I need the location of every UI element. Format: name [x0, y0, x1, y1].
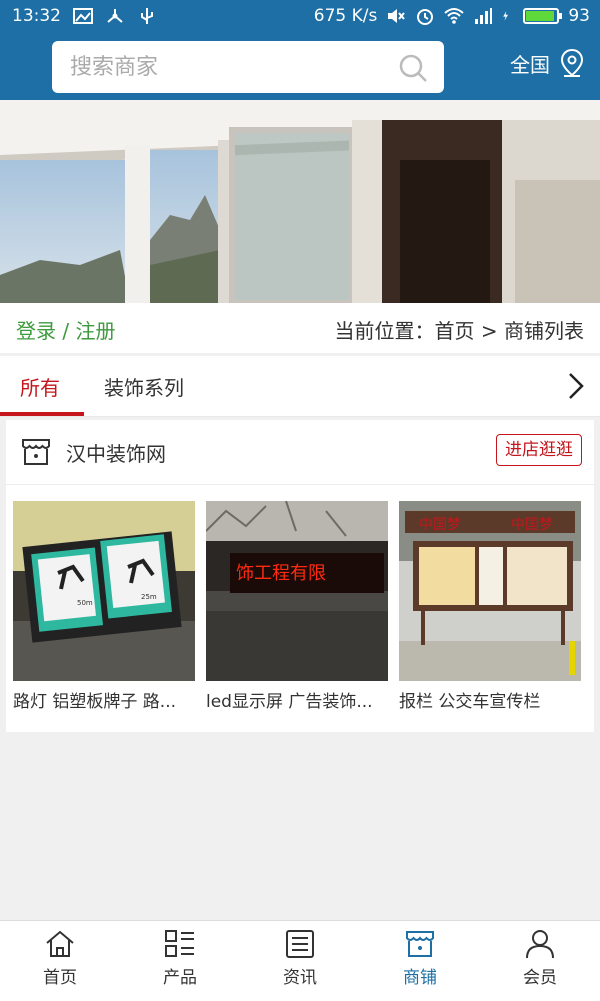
nav-label-home: 首页	[43, 968, 77, 988]
tab-all[interactable]: 所有	[20, 372, 60, 401]
nav-item-news[interactable]: 资讯	[240, 929, 360, 988]
shop-card: 汉中装饰网 进店逛逛 50m 25m 路灯 铝塑板牌子 路... 饰工程有限 l…	[6, 420, 594, 732]
nav-item-home[interactable]: 首页	[0, 929, 120, 988]
store-icon	[406, 931, 434, 957]
search-box[interactable]	[52, 41, 444, 93]
nav-label-news: 资讯	[283, 968, 317, 988]
store-icon	[22, 439, 50, 465]
product-image[interactable]: 中国梦 中国梦	[399, 501, 581, 681]
search-input[interactable]	[68, 51, 372, 83]
region-label: 全国	[510, 52, 550, 77]
product-image[interactable]: 50m 25m	[13, 501, 195, 681]
news-icon	[286, 930, 314, 958]
product-image[interactable]: 饰工程有限	[206, 501, 388, 681]
product-item[interactable]: 中国梦 中国梦 报栏 公交车宣传栏	[399, 501, 581, 712]
nav-label-shops: 商铺	[403, 968, 437, 988]
register-link[interactable]: 注册	[75, 319, 115, 343]
category-tabs: 所有 装饰系列	[0, 356, 600, 417]
product-name[interactable]: led显示屏 广告装饰...	[206, 687, 386, 712]
product-item[interactable]: 50m 25m 路灯 铝塑板牌子 路...	[13, 501, 195, 712]
nav-item-member[interactable]: 会员	[480, 929, 600, 988]
status-time: 13:32	[12, 6, 61, 26]
signal-4g-icon	[475, 8, 493, 24]
login-link[interactable]: 登录	[16, 319, 56, 343]
wifi-icon	[444, 8, 465, 24]
bottom-nav: 首页 产品 资讯 商铺 会员	[0, 920, 600, 1001]
login-register-links: 登录 / 注册	[16, 315, 115, 344]
sign-text-25m: 25m	[141, 593, 157, 601]
banner-slogan-right: 中国梦	[511, 517, 553, 533]
banner-building-illustration	[0, 100, 600, 303]
charging-icon	[503, 11, 509, 21]
usb-icon	[141, 8, 153, 24]
sign-text-50m: 50m	[77, 599, 93, 607]
location-pin-icon	[560, 48, 584, 77]
mute-icon	[388, 9, 406, 23]
product-item[interactable]: 饰工程有限 led显示屏 广告装饰...	[206, 501, 388, 712]
tab-decoration-series[interactable]: 装饰系列	[104, 372, 184, 401]
search-icon[interactable]	[398, 53, 428, 83]
grid-list-icon	[165, 930, 194, 957]
banner-slogan-left: 中国梦	[419, 517, 461, 533]
status-bar: 13:32 675 K/s 93	[0, 0, 600, 34]
shop-name[interactable]: 汉中装饰网	[66, 438, 166, 467]
nav-item-products[interactable]: 产品	[120, 929, 240, 988]
alarm-icon	[417, 9, 434, 25]
product-name[interactable]: 报栏 公交车宣传栏	[399, 687, 579, 712]
battery-fill	[526, 11, 555, 21]
nav-label-member: 会员	[523, 968, 557, 988]
battery-percent: 93	[568, 6, 590, 26]
chevron-right-icon[interactable]	[566, 372, 586, 400]
product-name[interactable]: 路灯 铝塑板牌子 路...	[13, 687, 193, 712]
user-icon	[526, 930, 554, 959]
active-tab-indicator	[0, 412, 84, 416]
home-icon	[46, 930, 74, 957]
breadcrumb-bar: 登录 / 注册 当前位置：首页 > 商铺列表	[0, 303, 600, 353]
link-separator: /	[62, 319, 70, 343]
shop-header: 汉中装饰网 进店逛逛	[6, 420, 594, 485]
nav-item-shops[interactable]: 商铺	[360, 929, 480, 988]
battery-icon	[523, 8, 563, 24]
breadcrumb: 当前位置：首页 > 商铺列表	[334, 319, 584, 343]
nav-label-products: 产品	[163, 968, 197, 988]
header-bar: 全国	[0, 34, 600, 100]
enter-shop-button[interactable]: 进店逛逛	[496, 434, 582, 466]
region-selector[interactable]: 全国	[510, 48, 586, 78]
image-notification-icon	[73, 8, 93, 24]
banner-image[interactable]	[0, 100, 600, 303]
led-screen-text: 饰工程有限	[236, 563, 326, 584]
usb-share-icon	[107, 9, 123, 23]
network-speed: 675 K/s	[313, 6, 378, 26]
